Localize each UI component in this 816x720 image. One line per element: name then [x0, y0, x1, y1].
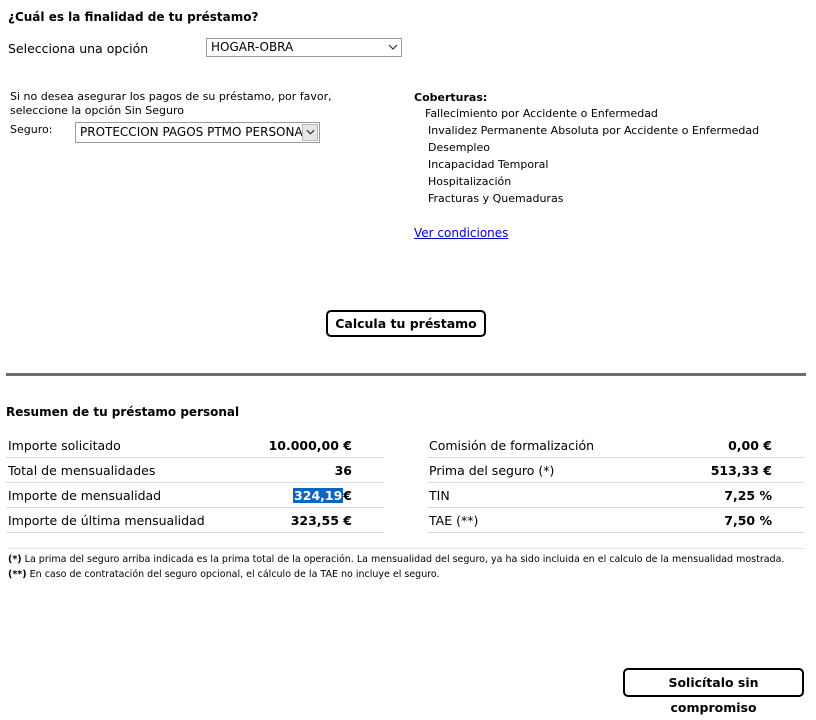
- notes-divider: [8, 548, 804, 549]
- row-label: Importe de última mensualidad: [8, 513, 205, 528]
- finalidad-question: ¿Cuál es la finalidad de tu préstamo?: [8, 10, 259, 24]
- finalidad-option-label: Selecciona una opción: [8, 41, 149, 56]
- row-value: 36: [334, 463, 352, 478]
- table-row: Importe de mensualidad 324,19€: [6, 483, 384, 508]
- cobertura-item: Fracturas y Quemaduras: [428, 192, 564, 205]
- coberturas-list: Fallecimiento por Accidente o Enfermedad…: [414, 107, 759, 209]
- coberturas-title: Coberturas:: [414, 91, 488, 104]
- solicita-sin-compromiso-button[interactable]: Solicítalo sin compromiso: [623, 668, 804, 715]
- ver-condiciones-link[interactable]: Ver condiciones: [414, 226, 508, 240]
- chevron-down-icon: [302, 124, 318, 141]
- footnote-tae: (**) En caso de contratación del seguro …: [8, 569, 440, 580]
- row-value: 0,00 €: [728, 438, 772, 453]
- table-row: Importe solicitado 10.000,00 €: [6, 433, 384, 458]
- row-value-selected: 324,19€: [293, 488, 352, 503]
- cobertura-item: Incapacidad Temporal: [428, 158, 549, 171]
- footnote-mark: (*): [8, 554, 22, 565]
- table-row: Prima del seguro (*) 513,33 €: [427, 458, 804, 483]
- row-value: 7,25 %: [724, 488, 772, 503]
- table-row: TAE (**) 7,50 %: [427, 508, 804, 533]
- row-label: Comisión de formalización: [429, 438, 595, 453]
- row-value: 323,55 €: [290, 513, 352, 528]
- finalidad-selected-value: HOGAR-OBRA: [211, 40, 294, 54]
- footnote-prima: (*) La prima del seguro arriba indicada …: [8, 554, 784, 565]
- row-label: Total de mensualidades: [8, 463, 156, 478]
- row-label: TAE (**): [429, 513, 479, 528]
- table-row: Importe de última mensualidad 323,55 €: [6, 508, 384, 533]
- cobertura-item: Invalidez Permanente Absoluta por Accide…: [428, 124, 760, 137]
- row-value: 7,50 %: [724, 513, 772, 528]
- seguro-selected-value: PROTECCION PAGOS PTMO PERSONAL: [80, 125, 310, 139]
- row-label: Importe de mensualidad: [8, 488, 162, 503]
- footnote-text: La prima del seguro arriba indicada es l…: [21, 554, 785, 565]
- cobertura-item: Fallecimiento por Accidente o Enfermedad: [425, 107, 658, 120]
- cobertura-item: Desempleo: [428, 141, 490, 154]
- row-value: 513,33 €: [710, 463, 772, 478]
- footnote-mark: (**): [8, 569, 27, 580]
- section-divider: [6, 373, 806, 376]
- seguro-select[interactable]: PROTECCION PAGOS PTMO PERSONAL: [75, 122, 320, 143]
- calcula-prestamo-button[interactable]: Calcula tu préstamo: [326, 310, 486, 337]
- resumen-title: Resumen de tu préstamo personal: [6, 405, 240, 419]
- table-row: Comisión de formalización 0,00 €: [427, 433, 804, 458]
- seguro-label: Seguro:: [10, 123, 53, 136]
- row-value: 10.000,00 €: [268, 438, 352, 453]
- footnote-text: En caso de contratación del seguro opcio…: [26, 569, 440, 580]
- table-row: TIN 7,25 %: [427, 483, 804, 508]
- selected-text: 324,19: [293, 488, 344, 503]
- table-row: Total de mensualidades 36: [6, 458, 384, 483]
- chevron-down-icon: [384, 39, 401, 56]
- row-label: TIN: [429, 488, 450, 503]
- finalidad-select[interactable]: HOGAR-OBRA: [206, 38, 402, 57]
- row-label: Importe solicitado: [8, 438, 121, 453]
- seguro-note: Si no desea asegurar los pagos de su pré…: [10, 90, 332, 117]
- cobertura-item: Hospitalización: [428, 175, 512, 188]
- row-label: Prima del seguro (*): [429, 463, 555, 478]
- currency-suffix: €: [343, 488, 352, 503]
